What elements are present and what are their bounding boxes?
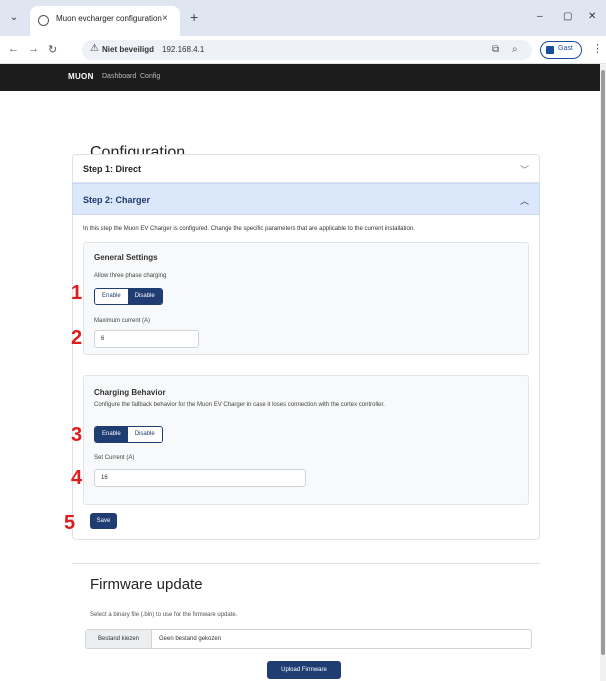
browser-tab-bar: ⌄ Muon evcharger configuration × + – ▢ ✕ — [0, 0, 606, 36]
new-tab-button[interactable]: + — [190, 10, 198, 24]
charging-behavior-card: Charging Behavior Configure the fallback… — [83, 375, 529, 505]
security-label[interactable]: Niet beveiligd — [102, 45, 154, 54]
set-current-value: 16 — [101, 475, 108, 481]
save-button[interactable]: Save — [90, 513, 117, 529]
scrollbar-thumb[interactable] — [601, 70, 605, 655]
reload-icon[interactable]: ↻ — [48, 43, 57, 56]
set-current-label: Set Current (A) — [94, 455, 135, 461]
section-divider — [72, 563, 540, 564]
accordion-step-2-title: Step 2: Charger — [83, 195, 151, 205]
profile-label: Gast — [558, 45, 573, 52]
fallback-disable-button[interactable]: Disable — [127, 427, 162, 442]
max-current-value: 6 — [101, 336, 105, 342]
address-bar-row: ← → ↻ ⚠ Niet beveiligd 192.168.4.1 ⧉ ⌕ G… — [0, 36, 606, 64]
accordion-step-2-body: In this step the Muon EV Charger is conf… — [72, 215, 540, 540]
fallback-enable-button[interactable]: Enable — [95, 427, 128, 442]
profile-button[interactable]: Gast — [540, 41, 582, 59]
tab-close-icon[interactable]: × — [162, 13, 168, 24]
general-settings-card: General Settings Allow three phase charg… — [83, 242, 529, 355]
chevron-down-icon: ﹀ — [520, 165, 530, 175]
firmware-file-input[interactable]: Bestand kiezen Geen bestand gekozen — [85, 629, 532, 649]
nav-link-config[interactable]: Config — [140, 73, 160, 80]
omnibox[interactable]: ⚠ Niet beveiligd 192.168.4.1 ⧉ ⌕ — [82, 40, 532, 60]
accordion-step-1[interactable]: Step 1: Direct ﹀ — [72, 154, 540, 183]
choose-file-button[interactable]: Bestand kiezen — [86, 630, 152, 648]
charging-behavior-title: Charging Behavior — [94, 388, 166, 397]
upload-firmware-button[interactable]: Upload Firmware — [267, 661, 341, 679]
menu-icon[interactable]: ⋮ — [592, 42, 603, 55]
three-phase-disable-button[interactable]: Disable — [127, 289, 162, 304]
max-current-label: Maximum current (A) — [94, 318, 151, 324]
nav-link-dashboard[interactable]: Dashboard — [102, 73, 136, 80]
marker-2: 2 — [71, 327, 83, 349]
translate-icon[interactable]: ⧉ — [492, 44, 499, 55]
firmware-description: Select a binary file (.bin) to use for t… — [90, 612, 238, 618]
maximize-button[interactable]: ▢ — [563, 11, 572, 22]
minimize-button[interactable]: – — [537, 11, 543, 22]
tab-title: Muon evcharger configuration — [56, 14, 162, 23]
url-text[interactable]: 192.168.4.1 — [162, 45, 204, 54]
charging-behavior-description: Configure the fallback behavior for the … — [94, 402, 385, 408]
general-settings-title: General Settings — [94, 253, 158, 262]
step-2-intro: In this step the Muon EV Charger is conf… — [83, 226, 415, 232]
firmware-title: Firmware update — [90, 576, 203, 593]
globe-icon — [38, 15, 49, 26]
warning-icon[interactable]: ⚠ — [90, 43, 99, 54]
brand-logo[interactable]: MUON — [68, 72, 94, 81]
set-current-input[interactable]: 16 — [94, 469, 306, 487]
tab-search-icon[interactable]: ⌄ — [6, 10, 22, 26]
accordion-step-1-title: Step 1: Direct — [83, 164, 142, 174]
three-phase-enable-button[interactable]: Enable — [95, 289, 128, 304]
close-window-button[interactable]: ✕ — [588, 11, 596, 22]
zoom-icon[interactable]: ⌕ — [512, 44, 518, 55]
accordion-step-2[interactable]: Step 2: Charger ︿ — [72, 183, 540, 215]
browser-tab[interactable]: Muon evcharger configuration × — [30, 6, 180, 36]
marker-5: 5 — [64, 512, 76, 534]
forward-arrow-icon[interactable]: → — [28, 43, 39, 55]
app-navbar: MUON Dashboard Config — [0, 64, 600, 91]
marker-3: 3 — [71, 424, 83, 446]
profile-icon — [546, 46, 554, 54]
back-arrow-icon[interactable]: ← — [8, 43, 19, 55]
marker-4: 4 — [71, 467, 83, 489]
three-phase-toggle: Enable Disable — [94, 288, 163, 305]
fallback-toggle: Enable Disable — [94, 426, 163, 443]
marker-1: 1 — [71, 282, 83, 304]
max-current-input[interactable]: 6 — [94, 330, 199, 348]
no-file-text: Geen bestand gekozen — [159, 636, 222, 642]
three-phase-label: Allow three phase charging — [94, 273, 167, 279]
chevron-up-icon: ︿ — [520, 196, 530, 206]
